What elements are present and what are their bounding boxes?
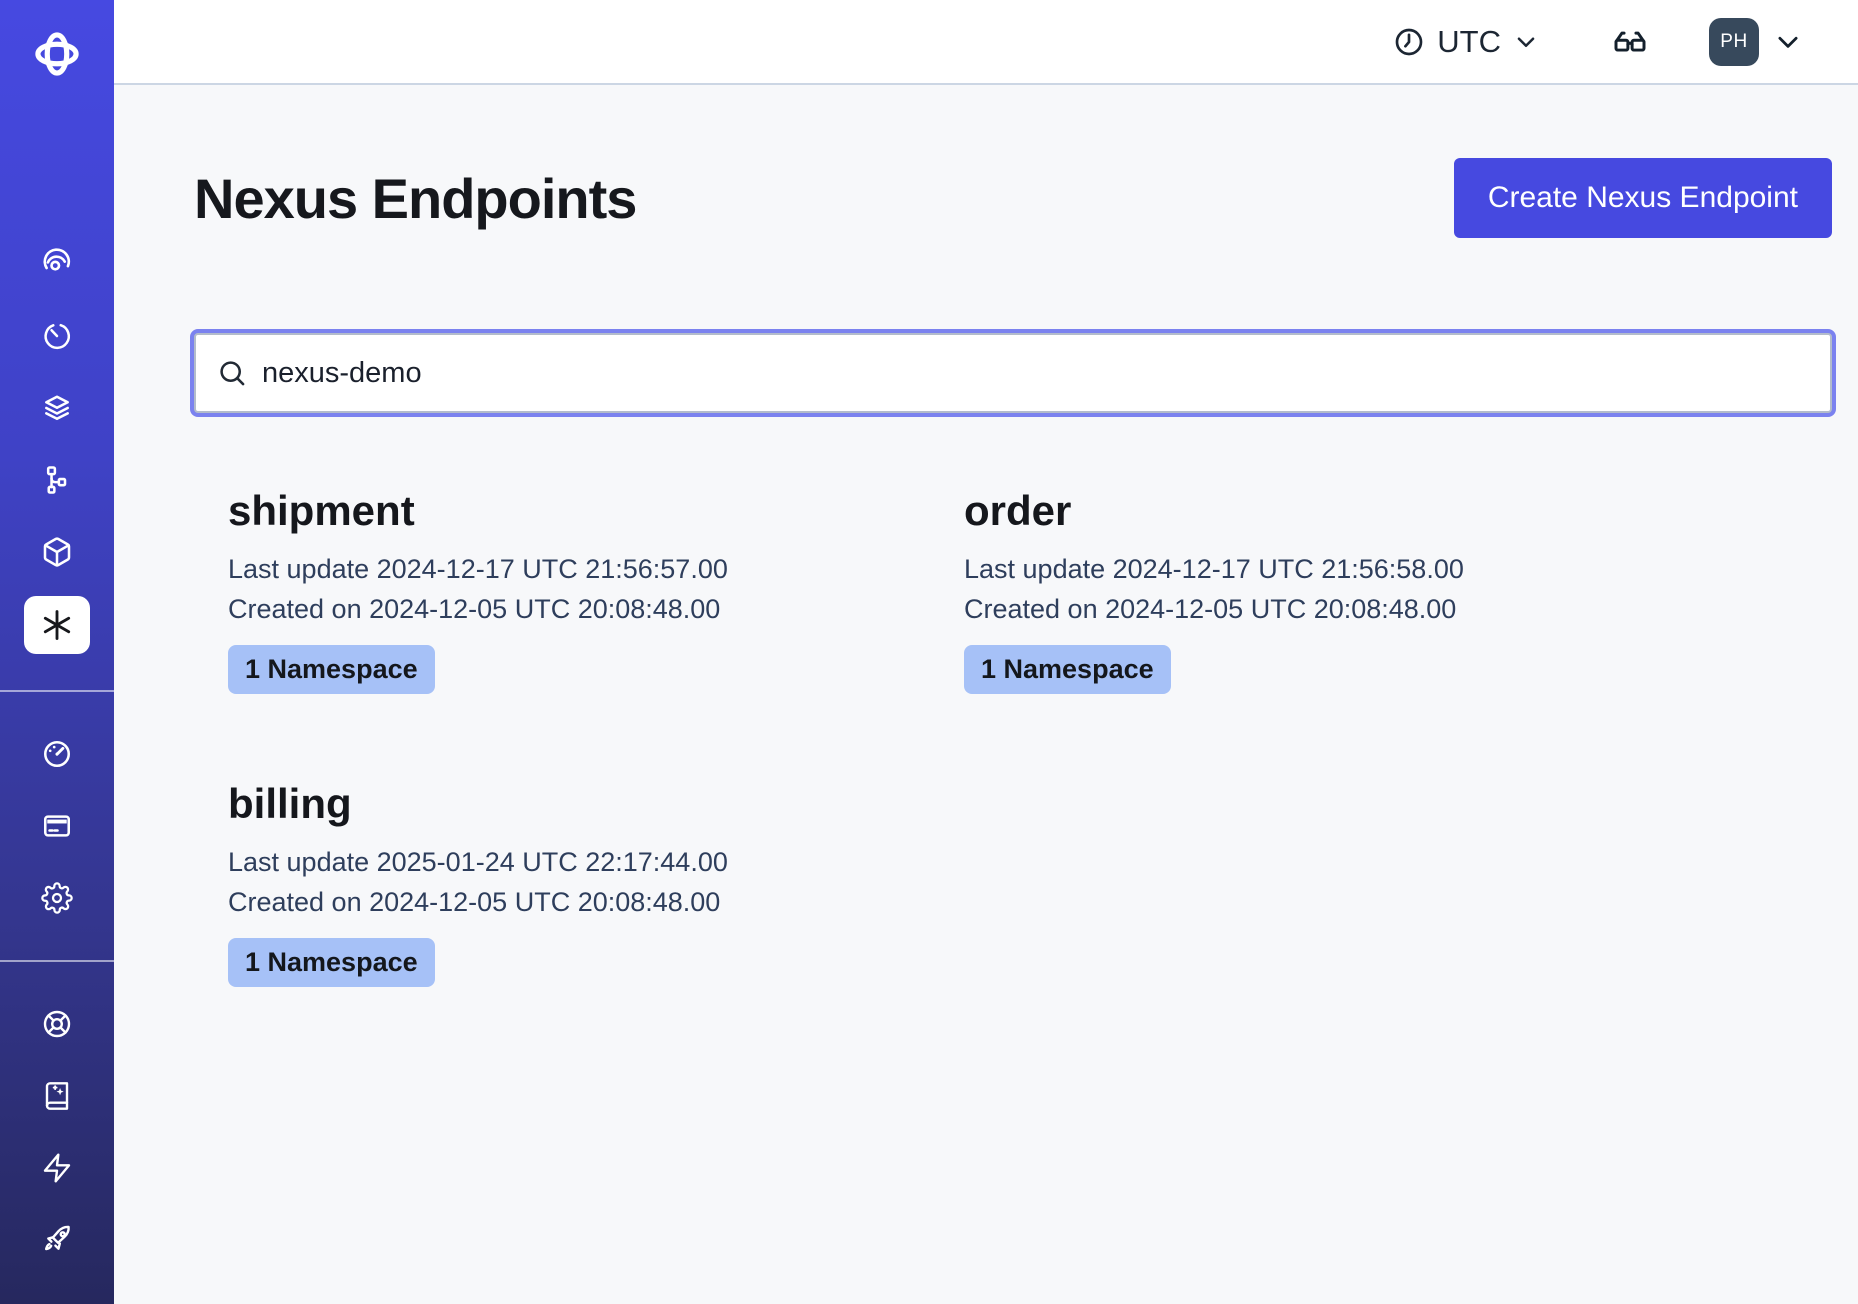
namespace-badge: 1 Namespace — [228, 645, 435, 694]
endpoint-name[interactable]: shipment — [228, 487, 930, 535]
asterisk-icon — [39, 607, 75, 643]
sidebar-item-workflows[interactable] — [24, 238, 90, 290]
gauge-icon — [41, 738, 73, 770]
temporal-logo[interactable] — [31, 28, 83, 80]
sidebar-item-usage[interactable] — [24, 728, 90, 780]
timer-icon — [41, 320, 73, 352]
title-row: Nexus Endpoints Create Nexus Endpoint — [194, 158, 1832, 238]
glasses-icon — [1609, 21, 1651, 63]
sidebar-item-settings[interactable] — [24, 872, 90, 924]
endpoint-card-billing[interactable]: billing Last update 2025-01-24 UTC 22:17… — [194, 780, 930, 987]
avatar[interactable]: PH — [1709, 18, 1759, 66]
endpoints-grid: shipment Last update 2024-12-17 UTC 21:5… — [194, 487, 1832, 987]
tree-branch-icon — [41, 464, 73, 496]
timezone-label: UTC — [1437, 24, 1501, 60]
gear-icon — [41, 882, 73, 914]
preview-mode-button[interactable] — [1609, 21, 1651, 63]
top-bar: UTC PH — [114, 0, 1858, 85]
lifebuoy-icon — [41, 1008, 73, 1040]
layers-icon — [41, 392, 73, 424]
endpoint-card-order[interactable]: order Last update 2024-12-17 UTC 21:56:5… — [930, 487, 1666, 694]
profile-menu[interactable]: PH — [1709, 18, 1803, 66]
sidebar-item-support[interactable] — [24, 998, 90, 1050]
sidebar-divider — [0, 960, 114, 962]
spiral-icon — [41, 248, 73, 280]
endpoint-card-shipment[interactable]: shipment Last update 2024-12-17 UTC 21:5… — [194, 487, 930, 694]
sidebar-divider — [0, 690, 114, 692]
endpoint-last-update: Last update 2025-01-24 UTC 22:17:44.00 — [228, 842, 930, 882]
book-sparkles-icon — [41, 1080, 73, 1112]
chevron-down-icon — [1513, 29, 1539, 55]
billing-card-icon — [41, 810, 73, 842]
clock-icon — [1393, 26, 1425, 58]
namespace-badge: 1 Namespace — [228, 938, 435, 987]
sidebar — [0, 0, 114, 1304]
timezone-select[interactable]: UTC — [1393, 24, 1539, 60]
sidebar-item-schedules[interactable] — [24, 310, 90, 362]
endpoint-search-bar[interactable] — [194, 333, 1832, 413]
rocket-icon — [41, 1224, 73, 1256]
lightning-icon — [41, 1152, 73, 1184]
sidebar-item-billing[interactable] — [24, 800, 90, 852]
content-column: UTC PH Nexus Endpoints Create Nexus Endp — [114, 0, 1858, 1304]
endpoint-last-update: Last update 2024-12-17 UTC 21:56:57.00 — [228, 549, 930, 589]
chevron-down-icon — [1773, 27, 1803, 57]
endpoint-name[interactable]: order — [964, 487, 1666, 535]
sidebar-item-nexus-active[interactable] — [24, 596, 90, 654]
sidebar-nav-primary — [24, 238, 90, 654]
temporal-logo-icon — [31, 28, 83, 80]
create-nexus-endpoint-button[interactable]: Create Nexus Endpoint — [1454, 158, 1832, 238]
endpoint-created-on: Created on 2024-12-05 UTC 20:08:48.00 — [964, 589, 1666, 629]
sidebar-item-namespaces[interactable] — [24, 382, 90, 434]
cube-icon — [41, 536, 73, 568]
endpoint-created-on: Created on 2024-12-05 UTC 20:08:48.00 — [228, 589, 930, 629]
search-icon — [216, 357, 248, 389]
main-content: Nexus Endpoints Create Nexus Endpoint sh… — [114, 85, 1858, 1304]
endpoint-name[interactable]: billing — [228, 780, 930, 828]
sidebar-item-docs[interactable] — [24, 1070, 90, 1122]
search-input[interactable] — [262, 357, 1810, 390]
endpoint-created-on: Created on 2024-12-05 UTC 20:08:48.00 — [228, 882, 930, 922]
sidebar-nav-help — [24, 998, 90, 1266]
sidebar-item-batch[interactable] — [24, 526, 90, 578]
endpoint-last-update: Last update 2024-12-17 UTC 21:56:58.00 — [964, 549, 1666, 589]
page-title: Nexus Endpoints — [194, 166, 636, 231]
sidebar-item-quickstart[interactable] — [24, 1142, 90, 1194]
namespace-badge: 1 Namespace — [964, 645, 1171, 694]
sidebar-nav-account — [24, 728, 90, 924]
sidebar-item-getstarted[interactable] — [24, 1214, 90, 1266]
sidebar-item-deployments[interactable] — [24, 454, 90, 506]
